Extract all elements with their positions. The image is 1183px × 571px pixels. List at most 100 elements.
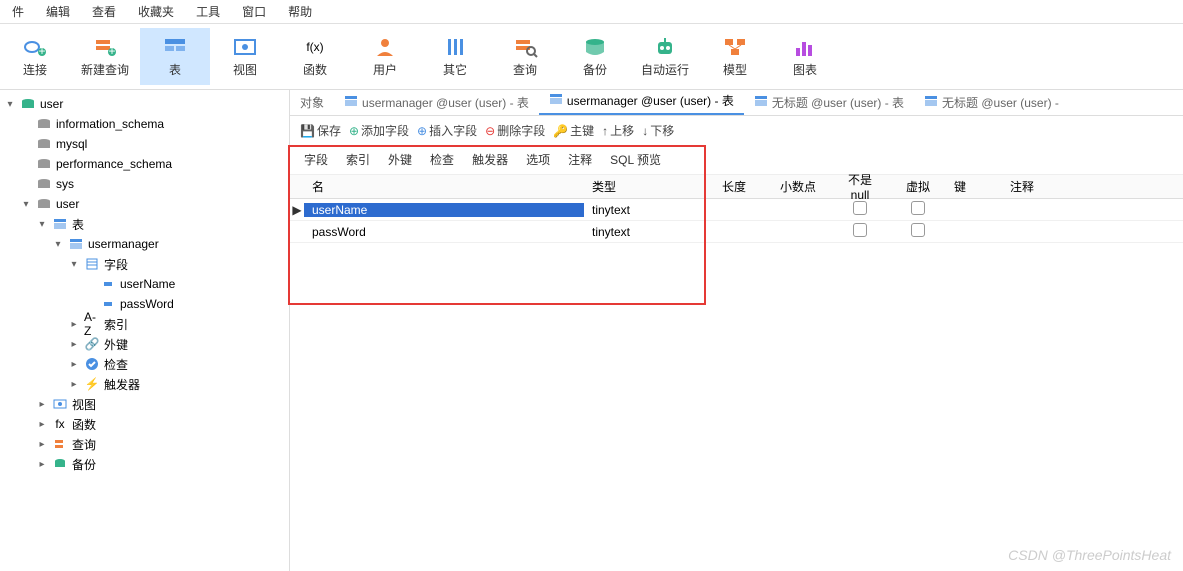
subtab-2[interactable]: 外键 (388, 151, 412, 168)
save-button[interactable]: 💾保存 (300, 122, 341, 139)
tree-item[interactable]: ▸A-Z索引 (0, 314, 289, 334)
toolbar-chart[interactable]: 图表 (770, 28, 840, 85)
cell-virtual[interactable] (890, 201, 946, 218)
tree-arrow-icon[interactable]: ▸ (36, 459, 48, 470)
menu-item[interactable]: 收藏夹 (138, 3, 174, 20)
tree-item[interactable]: ▸ 备份 (0, 454, 289, 474)
menu-item[interactable]: 窗口 (242, 3, 266, 20)
tab[interactable]: 无标题 @user (user) - (914, 90, 1069, 115)
tree-arrow-icon[interactable]: ▸ (36, 439, 48, 450)
menu-item[interactable]: 件 (12, 3, 24, 20)
col-header-length[interactable]: 长度 (714, 178, 772, 195)
col-header-decimal[interactable]: 小数点 (772, 178, 830, 195)
plus-doc-icon: + (91, 35, 119, 59)
col-header-key[interactable]: 键 (946, 178, 1002, 195)
subtab-7[interactable]: SQL 预览 (610, 151, 661, 168)
menu-item[interactable]: 编辑 (46, 3, 70, 20)
table-row[interactable]: ▶ userName tinytext (290, 199, 1183, 221)
add-field-button[interactable]: ⊕ 添加字段 (349, 122, 409, 139)
subtab-6[interactable]: 注释 (568, 151, 592, 168)
tree-arrow-icon[interactable]: ▾ (52, 239, 64, 250)
tree-item[interactable]: performance_schema (0, 154, 289, 174)
tree-label: user (56, 197, 79, 211)
col-header-name[interactable]: 名 (304, 178, 584, 195)
menu-item[interactable]: 工具 (196, 3, 220, 20)
tree-item[interactable]: ▸ 检查 (0, 354, 289, 374)
tree-arrow-icon[interactable]: ▸ (68, 359, 80, 370)
col-header-comment[interactable]: 注释 (1002, 178, 1183, 195)
tree-item[interactable]: ▸fx函数 (0, 414, 289, 434)
tree-arrow-icon[interactable]: ▸ (68, 319, 80, 330)
cell-name[interactable]: passWord (304, 225, 584, 239)
tree-arrow-icon[interactable]: ▸ (68, 379, 80, 390)
toolbar-tools[interactable]: 其它 (420, 28, 490, 85)
primary-key-button[interactable]: 🔑 主键 (553, 122, 594, 139)
tree-arrow-icon[interactable]: ▾ (4, 99, 16, 110)
tab[interactable]: 对象 (290, 90, 334, 115)
subtab-4[interactable]: 触发器 (472, 151, 508, 168)
row-marker-icon: ▶ (290, 203, 304, 217)
col-header-notnull[interactable]: 不是 null (830, 171, 890, 202)
tree-item[interactable]: ▾字段 (0, 254, 289, 274)
move-down-button[interactable]: ↓ 下移 (642, 122, 674, 139)
tree-item[interactable]: mysql (0, 134, 289, 154)
toolbar-user[interactable]: 用户 (350, 28, 420, 85)
col-header-virtual[interactable]: 虚拟 (890, 178, 946, 195)
tree-label: 备份 (72, 456, 96, 473)
tree-item[interactable]: passWord (0, 294, 289, 314)
tree-item[interactable]: ▾表 (0, 214, 289, 234)
tree-arrow-icon[interactable]: ▾ (20, 199, 32, 210)
cell-notnull[interactable] (830, 223, 890, 240)
move-up-button[interactable]: ↑ 上移 (602, 122, 634, 139)
tree-index-icon: A-Z (84, 316, 100, 332)
tree-db-icon (36, 196, 52, 212)
subtab-0[interactable]: 字段 (304, 151, 328, 168)
tree-arrow-icon[interactable]: ▸ (68, 339, 80, 350)
delete-field-button[interactable]: ⊖ 删除字段 (485, 122, 545, 139)
tree-item[interactable]: sys (0, 174, 289, 194)
menu-item[interactable]: 帮助 (288, 3, 312, 20)
tree-arrow-icon[interactable]: ▾ (36, 219, 48, 230)
col-header-type[interactable]: 类型 (584, 178, 714, 195)
tab[interactable]: usermanager @user (user) - 表 (539, 88, 744, 115)
tree-item[interactable]: ▸查询 (0, 434, 289, 454)
table-row[interactable]: passWord tinytext (290, 221, 1183, 243)
tab[interactable]: usermanager @user (user) - 表 (334, 90, 539, 115)
toolbar-query[interactable]: 查询 (490, 28, 560, 85)
cell-type[interactable]: tinytext (584, 203, 714, 217)
toolbar-fx[interactable]: f(x)函数 (280, 28, 350, 85)
tree-label: 检查 (104, 356, 128, 373)
toolbar-plug[interactable]: +连接 (0, 28, 70, 85)
cell-type[interactable]: tinytext (584, 225, 714, 239)
subtab-1[interactable]: 索引 (346, 151, 370, 168)
tree-item[interactable]: userName (0, 274, 289, 294)
toolbar-plus-doc[interactable]: +新建查询 (70, 28, 140, 85)
tree-item[interactable]: ▸🔗外键 (0, 334, 289, 354)
tree-item[interactable]: ▸⚡触发器 (0, 374, 289, 394)
tree-fields-icon (84, 256, 100, 272)
subtab-5[interactable]: 选项 (526, 151, 550, 168)
toolbar-model[interactable]: 模型 (700, 28, 770, 85)
toolbar-robot[interactable]: 自动运行 (630, 28, 700, 85)
toolbar-view[interactable]: 视图 (210, 28, 280, 85)
toolbar-backup[interactable]: 备份 (560, 28, 630, 85)
cell-notnull[interactable] (830, 201, 890, 218)
plug-icon: + (21, 35, 49, 59)
cell-virtual[interactable] (890, 223, 946, 240)
tree-item[interactable]: ▾user (0, 94, 289, 114)
tree-item[interactable]: ▾usermanager (0, 234, 289, 254)
tree-label: performance_schema (56, 157, 172, 171)
tree-arrow-icon[interactable]: ▾ (68, 259, 80, 270)
tree-arrow-icon[interactable]: ▸ (36, 399, 48, 410)
menu-item[interactable]: 查看 (92, 3, 116, 20)
tree-label: 外键 (104, 336, 128, 353)
tree-arrow-icon[interactable]: ▸ (36, 419, 48, 430)
tree-item[interactable]: ▸视图 (0, 394, 289, 414)
toolbar-table[interactable]: 表 (140, 28, 210, 85)
tab[interactable]: 无标题 @user (user) - 表 (744, 90, 914, 115)
tree-item[interactable]: ▾ user (0, 194, 289, 214)
tree-item[interactable]: information_schema (0, 114, 289, 134)
cell-name[interactable]: userName (304, 203, 584, 217)
subtab-3[interactable]: 检查 (430, 151, 454, 168)
insert-field-button[interactable]: ⊕ 插入字段 (417, 122, 477, 139)
